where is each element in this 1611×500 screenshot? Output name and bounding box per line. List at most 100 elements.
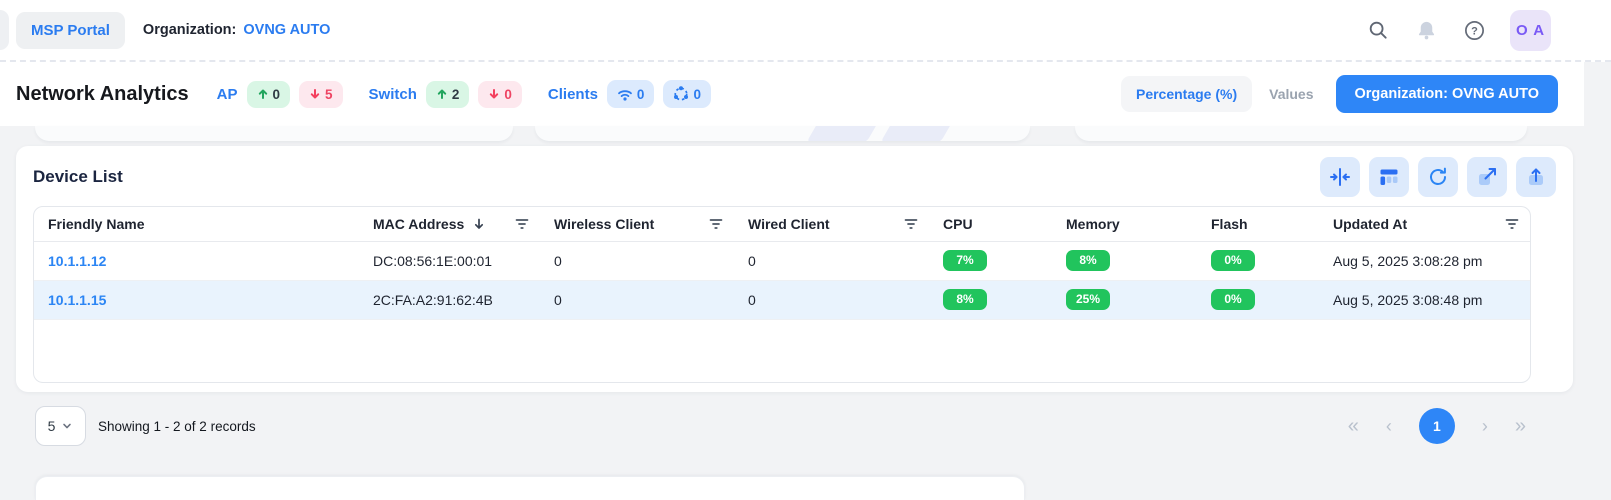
column-memory[interactable]: Memory bbox=[1066, 216, 1120, 232]
clients-wireless-badge[interactable]: 0 bbox=[607, 80, 655, 108]
wireless-client-cell: 0 bbox=[540, 280, 734, 319]
page-size-value: 5 bbox=[48, 418, 56, 434]
page-size-select[interactable]: 5 bbox=[35, 406, 86, 446]
current-page-button[interactable]: 1 bbox=[1419, 408, 1455, 444]
first-page-icon[interactable]: « bbox=[1348, 416, 1359, 436]
wifi-icon bbox=[617, 86, 633, 102]
switch-up-count: 2 bbox=[452, 87, 460, 102]
toolbar-right: Percentage (%) Values Organization: OVNG… bbox=[1121, 75, 1584, 113]
column-updated-at[interactable]: Updated At bbox=[1333, 216, 1407, 232]
table-row[interactable]: 10.1.1.12 DC:08:56:1E:00:01 0 0 7% 8% 0%… bbox=[34, 241, 1530, 280]
toggle-percentage[interactable]: Percentage (%) bbox=[1121, 76, 1252, 112]
toggle-values[interactable]: Values bbox=[1269, 86, 1313, 102]
wireless-client-cell: 0 bbox=[540, 241, 734, 280]
filter-icon[interactable] bbox=[708, 216, 724, 232]
organization-selector-button[interactable]: Organization: OVNG AUTO bbox=[1336, 75, 1558, 113]
previous-page-icon[interactable]: ‹ bbox=[1386, 417, 1392, 435]
next-partial-card bbox=[35, 476, 1025, 500]
upload-icon bbox=[1524, 165, 1548, 189]
msp-portal-button[interactable]: MSP Portal bbox=[16, 12, 125, 49]
filter-icon[interactable] bbox=[514, 216, 530, 232]
column-cpu[interactable]: CPU bbox=[943, 216, 973, 232]
search-icon[interactable] bbox=[1366, 18, 1390, 42]
table-row[interactable]: 10.1.1.15 2C:FA:A2:91:62:4B 0 0 8% 25% 0… bbox=[34, 280, 1530, 319]
column-friendly-name[interactable]: Friendly Name bbox=[48, 216, 144, 232]
open-external-button[interactable] bbox=[1467, 157, 1507, 197]
clients-wireless-count: 0 bbox=[637, 87, 645, 102]
switch-up-badge[interactable]: 2 bbox=[426, 81, 470, 108]
arrow-down-icon bbox=[488, 88, 500, 100]
device-name-link[interactable]: 10.1.1.12 bbox=[48, 253, 106, 269]
external-link-icon bbox=[1475, 165, 1499, 189]
clients-stats: Clients 0 0 bbox=[548, 80, 711, 108]
page-title: Network Analytics bbox=[16, 83, 189, 106]
device-list-title: Device List bbox=[33, 167, 123, 187]
column-wireless-client[interactable]: Wireless Client bbox=[554, 216, 654, 232]
arrow-up-icon bbox=[436, 88, 448, 100]
device-list-panel: Device List bbox=[16, 146, 1573, 392]
cpu-usage-badge: 7% bbox=[943, 250, 987, 272]
table-header-row: Friendly Name MAC Address Wireless Clien… bbox=[34, 207, 1530, 241]
filter-icon[interactable] bbox=[1504, 216, 1520, 232]
wired-client-cell: 0 bbox=[734, 241, 929, 280]
column-wired-client[interactable]: Wired Client bbox=[748, 216, 830, 232]
manage-columns-button[interactable] bbox=[1369, 157, 1409, 197]
memory-usage-badge: 25% bbox=[1066, 289, 1110, 311]
arrow-down-icon bbox=[309, 88, 321, 100]
ap-up-badge[interactable]: 0 bbox=[247, 81, 291, 108]
partial-card bbox=[535, 126, 1030, 141]
partial-card bbox=[1075, 126, 1527, 141]
card-chart-fragment bbox=[807, 126, 880, 141]
records-summary: Showing 1 - 2 of 2 records bbox=[98, 419, 256, 434]
screen: MSP Portal Organization: OVNG AUTO ? O A… bbox=[0, 0, 1611, 475]
ap-label[interactable]: AP bbox=[217, 86, 238, 103]
refresh-button[interactable] bbox=[1418, 157, 1458, 197]
notifications-bell-icon[interactable] bbox=[1414, 18, 1438, 42]
organization-link[interactable]: OVNG AUTO bbox=[243, 22, 330, 38]
export-upload-button[interactable] bbox=[1516, 157, 1556, 197]
topbar-actions: ? O A bbox=[1366, 10, 1611, 51]
clients-label[interactable]: Clients bbox=[548, 86, 598, 103]
pagination: « ‹ 1 › » bbox=[1348, 408, 1573, 444]
card-chart-fragment bbox=[881, 126, 954, 141]
svg-text:?: ? bbox=[1471, 25, 1478, 37]
collapse-columns-button[interactable] bbox=[1320, 157, 1360, 197]
refresh-icon bbox=[1426, 165, 1450, 189]
help-icon[interactable]: ? bbox=[1462, 18, 1486, 42]
device-table: Friendly Name MAC Address Wireless Clien… bbox=[33, 206, 1531, 383]
arrow-up-icon bbox=[257, 88, 269, 100]
switch-down-badge[interactable]: 0 bbox=[478, 81, 522, 108]
next-page-icon[interactable]: › bbox=[1482, 417, 1488, 435]
ap-up-count: 0 bbox=[273, 87, 281, 102]
mesh-cluster-icon bbox=[673, 86, 689, 102]
partial-card bbox=[35, 126, 513, 141]
clients-mesh-count: 0 bbox=[693, 87, 701, 102]
device-list-header: Device List bbox=[16, 146, 1573, 206]
flash-usage-badge: 0% bbox=[1211, 250, 1255, 272]
clients-mesh-badge[interactable]: 0 bbox=[663, 80, 711, 108]
switch-stats: Switch 2 0 bbox=[369, 81, 522, 108]
updated-at-cell: Aug 5, 2025 3:08:48 pm bbox=[1319, 280, 1530, 319]
table-actions bbox=[1320, 157, 1556, 197]
table-columns-icon bbox=[1377, 165, 1401, 189]
organization-breadcrumb: Organization: OVNG AUTO bbox=[143, 22, 330, 38]
chevron-down-icon bbox=[61, 420, 73, 432]
ap-stats: AP 0 5 bbox=[217, 81, 343, 108]
switch-down-count: 0 bbox=[504, 87, 512, 102]
column-mac-address[interactable]: MAC Address bbox=[373, 216, 464, 232]
device-name-link[interactable]: 10.1.1.15 bbox=[48, 292, 106, 308]
mac-address-cell: DC:08:56:1E:00:01 bbox=[359, 241, 540, 280]
wired-client-cell: 0 bbox=[734, 280, 929, 319]
column-flash[interactable]: Flash bbox=[1211, 216, 1248, 232]
user-avatar[interactable]: O A bbox=[1510, 10, 1551, 51]
switch-label[interactable]: Switch bbox=[369, 86, 417, 103]
cpu-usage-badge: 8% bbox=[943, 289, 987, 311]
last-page-icon[interactable]: » bbox=[1515, 416, 1526, 436]
ap-down-badge[interactable]: 5 bbox=[299, 81, 343, 108]
mac-address-cell: 2C:FA:A2:91:62:4B bbox=[359, 280, 540, 319]
ap-down-count: 5 bbox=[325, 87, 333, 102]
filter-icon[interactable] bbox=[903, 216, 919, 232]
sort-descending-icon[interactable] bbox=[472, 217, 486, 231]
scrolled-cards-strip bbox=[0, 126, 1611, 146]
table-footer: 5 Showing 1 - 2 of 2 records « ‹ 1 › » bbox=[16, 406, 1573, 446]
